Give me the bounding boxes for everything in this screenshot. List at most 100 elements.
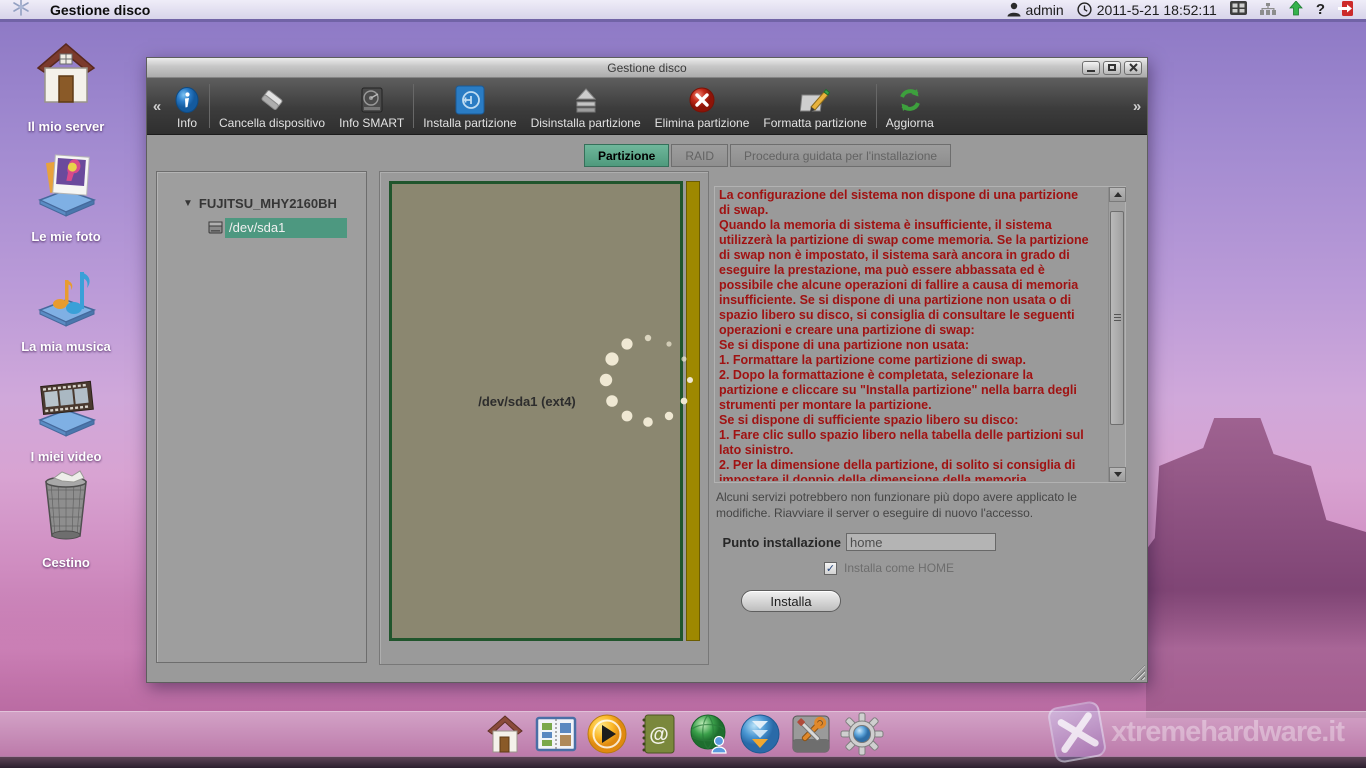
window-resize-grip[interactable] <box>1130 665 1145 680</box>
watermark-text: xtremehardware.it <box>1111 716 1344 749</box>
desktop-icon-label: Il mio server <box>10 119 122 134</box>
desktop-icon-my-music[interactable]: La mia musica <box>10 258 122 354</box>
partition-map-panel: /dev/sda1 (ext4) <box>379 171 709 665</box>
partition-block[interactable] <box>389 181 683 641</box>
minimize-button[interactable] <box>1082 61 1100 75</box>
toolbar-erase-device[interactable]: Cancella dispositivo <box>212 78 332 134</box>
dock-photo-album-icon[interactable] <box>534 712 578 756</box>
toolbar-install-partition[interactable]: Installa partizione <box>416 78 523 134</box>
user-name: admin <box>1026 2 1064 18</box>
maximize-button[interactable] <box>1103 61 1121 75</box>
close-button[interactable] <box>1124 61 1142 75</box>
disk-management-window: Gestione disco « Info Can <box>146 57 1148 683</box>
service-restart-notice: Alcuni servizi potrebbero non funzionare… <box>716 489 1122 521</box>
smart-disk-icon <box>359 84 385 115</box>
tabbar: Partizione RAID Procedura guidata per l'… <box>584 144 951 167</box>
music-icon <box>32 258 100 330</box>
at-glyph: @ <box>649 724 669 746</box>
taskbar-app-title: Gestione disco <box>50 2 150 18</box>
scroll-down-button[interactable] <box>1109 467 1126 482</box>
toolbar-smart-info[interactable]: Info SMART <box>332 78 411 134</box>
tab-raid[interactable]: RAID <box>671 144 728 167</box>
network-status-icon[interactable] <box>1260 2 1276 18</box>
window-title: Gestione disco <box>147 61 1147 75</box>
window-toolbar: « Info Cancella dispositivo <box>147 78 1147 135</box>
mount-point-row: Punto installazione <box>714 533 996 551</box>
scrollbar-thumb[interactable] <box>1110 211 1124 425</box>
disk-icon <box>207 220 225 236</box>
desktop-icon-label: I miei video <box>10 449 122 464</box>
desktop-icon-my-photos[interactable]: Le mie foto <box>10 148 122 244</box>
eraser-icon <box>257 84 287 115</box>
desktop-icon-trash[interactable]: Cestino <box>10 466 122 570</box>
scroll-up-button[interactable] <box>1109 187 1126 202</box>
tab-install-wizard[interactable]: Procedura guidata per l'installazione <box>730 144 951 167</box>
mount-point-label: Punto installazione <box>714 535 841 550</box>
dock-download-icon[interactable] <box>738 712 782 756</box>
photos-icon <box>32 148 100 220</box>
trash-icon <box>32 466 100 546</box>
eject-icon <box>572 84 600 115</box>
free-space-strip[interactable] <box>686 181 700 641</box>
user-icon <box>1007 2 1021 17</box>
dock-tools-icon[interactable] <box>789 712 833 756</box>
toolbar-separator <box>876 84 877 128</box>
device-name: FUJITSU_MHY2160BH <box>199 196 337 211</box>
help-icon[interactable]: ? <box>1316 1 1325 18</box>
install-as-home-row: ✓ Installa come HOME <box>824 561 954 575</box>
info-icon <box>174 84 200 115</box>
dock-media-player-icon[interactable] <box>585 712 629 756</box>
partition-detail-panel: La configurazione del sistema non dispon… <box>714 186 1127 678</box>
scrollbar[interactable] <box>1108 187 1125 482</box>
dock-settings-gear-icon[interactable] <box>840 712 884 756</box>
user-menu[interactable]: admin <box>1007 2 1064 18</box>
install-as-home-checkbox[interactable]: ✓ <box>824 562 837 575</box>
device-tree-panel: ▼ FUJITSU_MHY2160BH /dev/sda1 <box>156 171 367 663</box>
desktop-icon-label: La mia musica <box>10 339 122 354</box>
desktop-icon-label: Cestino <box>10 555 122 570</box>
install-button[interactable]: Installa <box>741 590 841 612</box>
toolbar-separator <box>413 84 414 128</box>
system-topbar: Gestione disco admin 2011-5-21 18:52:11 … <box>0 0 1366 22</box>
dock-chat-globe-icon[interactable] <box>687 712 731 756</box>
toolbar-separator <box>209 84 210 128</box>
clock-icon <box>1077 2 1092 17</box>
mount-point-input[interactable] <box>846 533 996 551</box>
toolbar-expand-icon[interactable]: » <box>1127 78 1147 134</box>
desktop-icon-my-videos[interactable]: I miei video <box>10 368 122 464</box>
install-as-home-label: Installa come HOME <box>844 561 954 575</box>
install-partition-icon <box>455 84 485 115</box>
watermark-logo-icon <box>1047 700 1108 764</box>
toolbar-delete-partition[interactable]: Elimina partizione <box>648 78 757 134</box>
home-icon <box>32 38 100 110</box>
dock-contacts-icon[interactable]: @ <box>636 712 680 756</box>
refresh-icon <box>896 84 924 115</box>
desktop-icon-label: Le mie foto <box>10 229 122 244</box>
toolbar-info[interactable]: Info <box>167 78 207 134</box>
datetime-text: 2011-5-21 18:52:11 <box>1097 2 1217 18</box>
toolbar-format-partition[interactable]: Formatta partizione <box>756 78 873 134</box>
watermark: xtremehardware.it <box>1051 704 1344 760</box>
system-logo-icon <box>12 0 30 21</box>
tree-device-row[interactable]: ▼ FUJITSU_MHY2160BH <box>183 196 366 211</box>
swap-warning-box: La configurazione del sistema non dispon… <box>714 186 1126 483</box>
upload-arrow-icon[interactable] <box>1289 1 1303 19</box>
desktop-icon-my-server[interactable]: Il mio server <box>10 38 122 134</box>
logout-icon[interactable] <box>1338 1 1354 19</box>
tree-partition-row[interactable]: /dev/sda1 <box>207 218 366 238</box>
clock: 2011-5-21 18:52:11 <box>1077 2 1217 18</box>
toolbar-uninstall-partition[interactable]: Disinstalla partizione <box>524 78 648 134</box>
toolbar-collapse-icon[interactable]: « <box>147 78 167 134</box>
videos-icon <box>32 368 100 440</box>
window-titlebar[interactable]: Gestione disco <box>147 58 1147 78</box>
format-pencil-icon <box>800 84 830 115</box>
partition-block-label: /dev/sda1 (ext4) <box>380 394 674 409</box>
dock-home-icon[interactable] <box>483 712 527 756</box>
view-grid-icon[interactable] <box>1230 1 1247 18</box>
partition-name: /dev/sda1 <box>225 218 347 238</box>
tree-expander-icon[interactable]: ▼ <box>183 198 193 209</box>
tab-partizione[interactable]: Partizione <box>584 144 669 167</box>
swap-warning-text: La configurazione del sistema non dispon… <box>719 188 1091 481</box>
delete-icon <box>688 84 716 115</box>
toolbar-refresh[interactable]: Aggiorna <box>879 78 941 134</box>
